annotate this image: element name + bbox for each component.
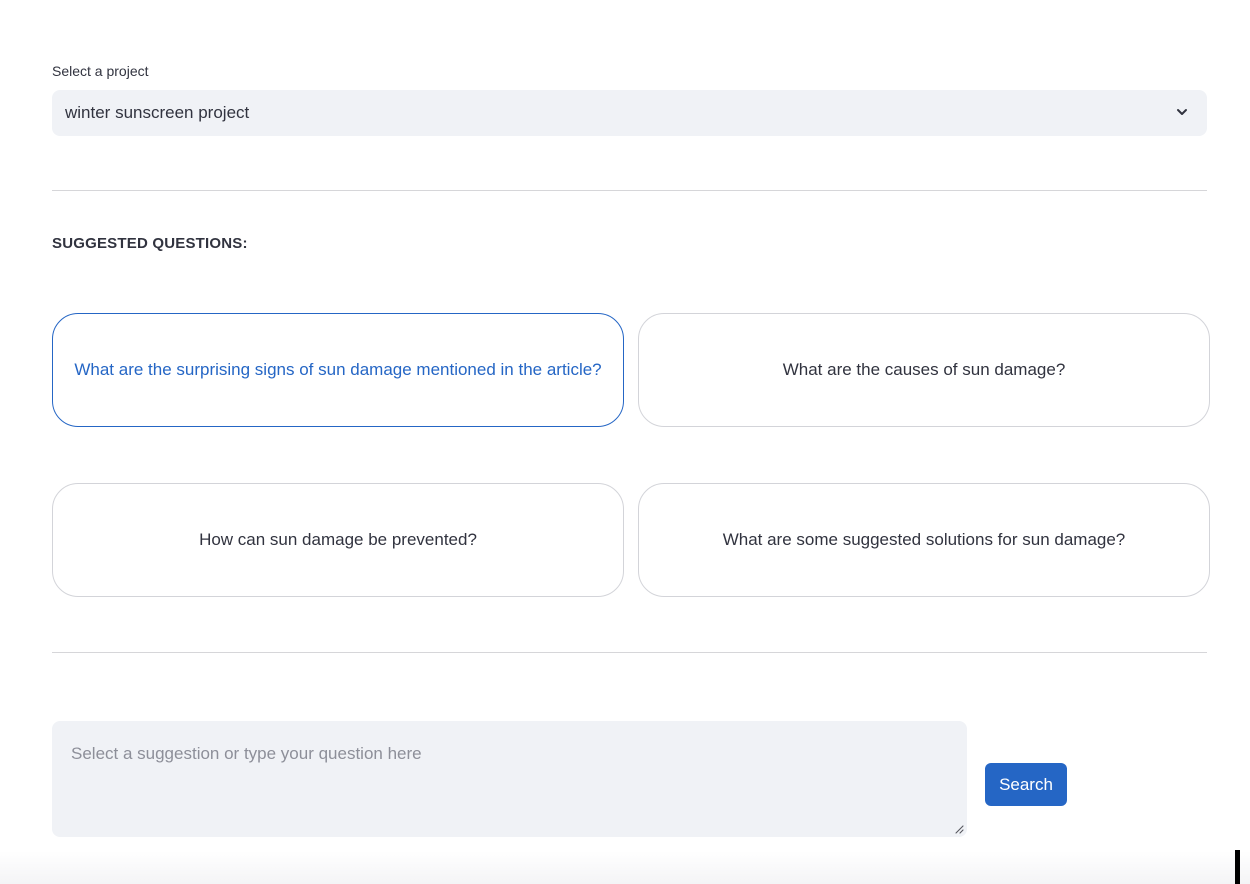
suggested-questions-title: SUGGESTED QUESTIONS: [52, 235, 248, 252]
suggested-question-button[interactable]: What are the surprising signs of sun dam… [52, 313, 624, 427]
divider [52, 190, 1207, 191]
suggested-question-button[interactable]: What are the causes of sun damage? [638, 313, 1210, 427]
project-select-label: Select a project [52, 63, 149, 79]
resize-handle-icon[interactable] [954, 824, 964, 834]
divider [52, 652, 1207, 653]
question-input-placeholder: Select a suggestion or type your questio… [71, 744, 422, 763]
page: Select a project winter sunscreen projec… [0, 0, 1250, 884]
chevron-down-icon[interactable] [1175, 105, 1189, 119]
bottom-bar [0, 851, 1250, 884]
project-select-value: winter sunscreen project [65, 103, 250, 122]
question-input[interactable]: Select a suggestion or type your questio… [52, 721, 967, 837]
project-select[interactable]: winter sunscreen project [52, 90, 1207, 136]
suggested-question-button[interactable]: What are some suggested solutions for su… [638, 483, 1210, 597]
suggested-question-button[interactable]: How can sun damage be prevented? [52, 483, 624, 597]
search-button[interactable]: Search [985, 763, 1067, 806]
text-cursor [1235, 850, 1240, 884]
